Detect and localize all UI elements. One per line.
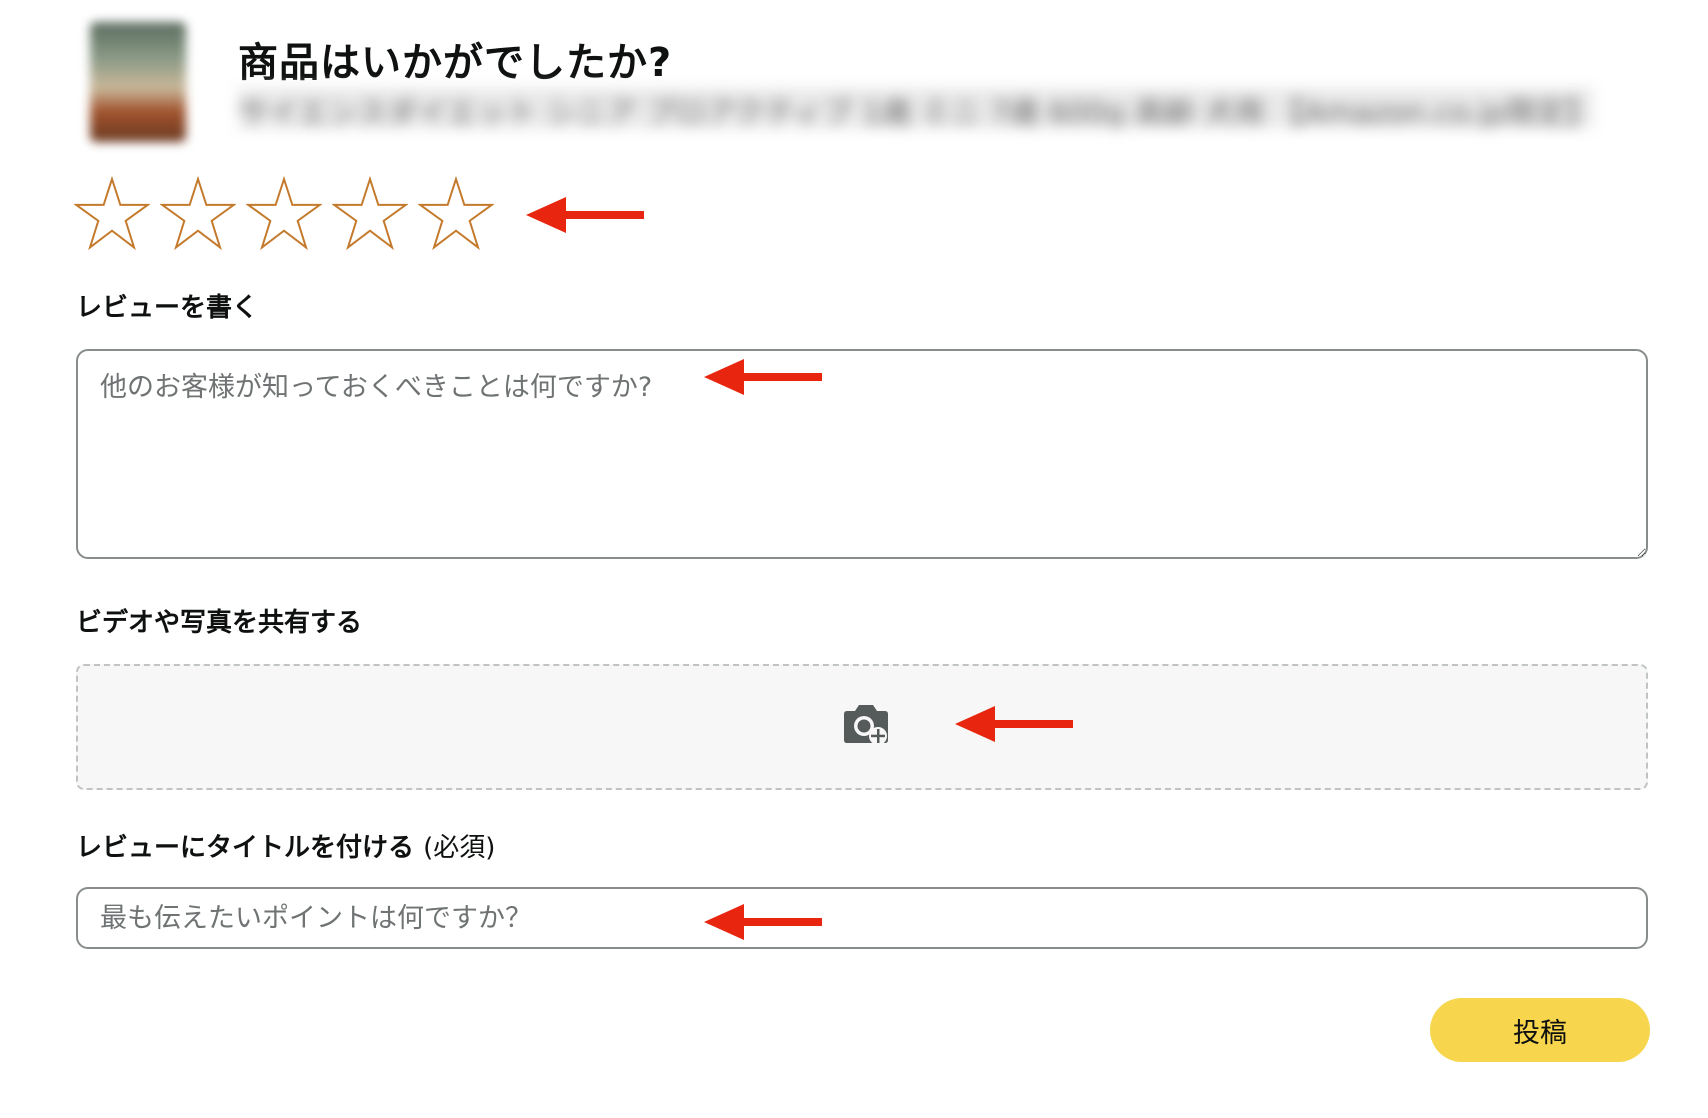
arrow-left-icon — [704, 902, 822, 942]
camera-plus-icon[interactable] — [841, 704, 891, 748]
star-1-icon[interactable] — [74, 176, 150, 252]
review-title-input[interactable] — [76, 887, 1648, 949]
arrow-left-icon — [955, 704, 1073, 744]
arrow-left-icon — [704, 357, 822, 397]
product-name: サイエンスダイエット シニア プロアクティブ 1歳 ミニ 7歳 600g 高齢 … — [238, 88, 1593, 128]
page-title: 商品はいかがでしたか? — [238, 40, 673, 86]
review-textarea[interactable] — [76, 349, 1648, 559]
review-label: レビューを書く — [76, 293, 259, 323]
media-label: ビデオや写真を共有する — [76, 608, 363, 638]
title-label: レビューにタイトルを付ける (必須) — [76, 827, 495, 864]
arrow-left-icon — [526, 195, 644, 235]
media-upload-zone[interactable] — [76, 664, 1648, 790]
title-label-text: レビューにタイトルを付ける — [76, 833, 415, 863]
required-note: (必須) — [423, 833, 496, 863]
star-2-icon[interactable] — [160, 176, 236, 252]
star-rating — [74, 176, 494, 252]
star-3-icon[interactable] — [246, 176, 322, 252]
star-4-icon[interactable] — [332, 176, 408, 252]
star-5-icon[interactable] — [418, 176, 494, 252]
product-thumbnail — [90, 22, 186, 142]
submit-button[interactable]: 投稿 — [1430, 998, 1650, 1062]
